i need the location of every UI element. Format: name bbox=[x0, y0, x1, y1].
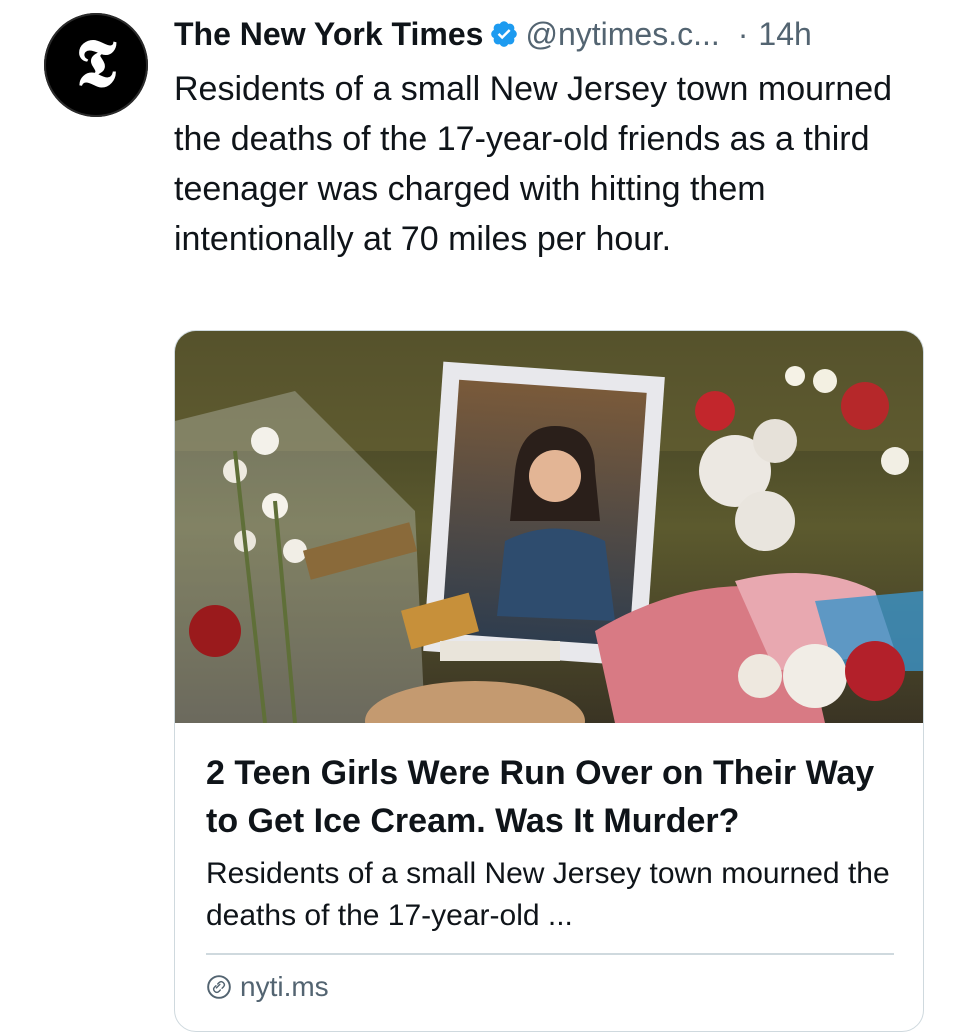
card-title[interactable]: 2 Teen Girls Were Run Over on Their Way … bbox=[206, 749, 896, 845]
tweet-text: Residents of a small New Jersey town mou… bbox=[174, 70, 893, 258]
card-domain-text[interactable]: nyti.ms bbox=[240, 971, 329, 1003]
timestamp[interactable]: 14h bbox=[758, 16, 811, 53]
card-divider bbox=[206, 953, 894, 955]
memorial-photo bbox=[175, 331, 923, 723]
separator-dot: · bbox=[737, 15, 749, 52]
tweet-header: The New York Times @nytimes.c... · 14h bbox=[174, 12, 942, 56]
card-domain[interactable]: nyti.ms bbox=[206, 971, 329, 1003]
card-description: Residents of a small New Jersey town mou… bbox=[206, 857, 890, 932]
link-icon bbox=[207, 975, 231, 999]
link-card[interactable]: 2 Teen Girls Were Run Over on Their Way … bbox=[174, 330, 924, 1032]
nyt-logo-icon: 𝕿 bbox=[75, 24, 117, 102]
author-handle[interactable]: @nytimes.c... bbox=[525, 16, 719, 53]
author-name[interactable]: The New York Times bbox=[174, 16, 483, 53]
avatar[interactable]: 𝕿 bbox=[44, 13, 148, 117]
verified-badge-icon bbox=[491, 21, 518, 47]
